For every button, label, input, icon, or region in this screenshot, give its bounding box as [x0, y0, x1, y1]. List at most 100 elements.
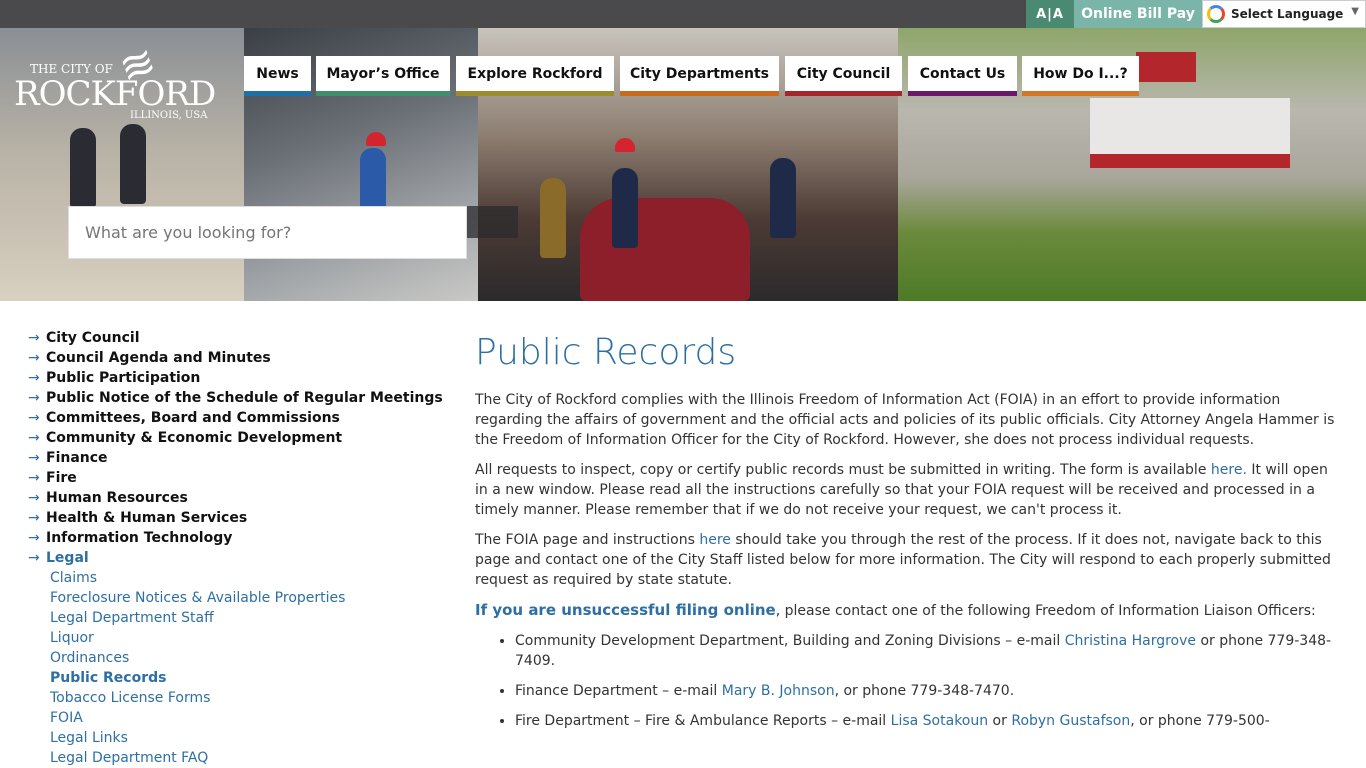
- search-input[interactable]: [68, 206, 467, 259]
- arrow-right-icon: →: [28, 470, 40, 486]
- hero-helmet-shape: [366, 132, 386, 146]
- liaison-paragraph: If you are unsuccessful filing online, p…: [475, 600, 1345, 621]
- arrow-right-icon: →: [28, 530, 40, 546]
- officer-text: Fire Department – Fire & Ambulance Repor…: [515, 713, 891, 729]
- hero-firetruck-shape-2: [1136, 52, 1196, 82]
- sidebar-item-human-resources[interactable]: → Human Resources: [28, 488, 448, 508]
- officer-email-link[interactable]: Christina Hargrove: [1065, 633, 1196, 649]
- form-paragraph: All requests to inspect, copy or certify…: [475, 460, 1345, 520]
- sidebar-subitem-claims[interactable]: Claims: [28, 568, 448, 588]
- arrow-right-icon: →: [28, 390, 40, 406]
- foia-here-link[interactable]: here: [699, 532, 731, 548]
- hero-firefighter-shape: [70, 128, 96, 208]
- hero-firefighter-shape: [770, 158, 796, 238]
- list-item: Fire Department – Fire & Ambulance Repor…: [515, 711, 1345, 731]
- sidebar-subitem-foia[interactable]: FOIA: [28, 708, 448, 728]
- officer-text: , or phone 779-500-: [1130, 713, 1270, 729]
- arrow-right-icon: →: [28, 430, 40, 446]
- liaison-officers-list: Community Development Department, Buildi…: [475, 631, 1345, 731]
- sidebar-item-label: Finance: [46, 450, 108, 466]
- form-here-link[interactable]: here.: [1211, 462, 1247, 478]
- hero-firefighter-shape: [120, 124, 146, 204]
- arrow-right-icon: →: [28, 370, 40, 386]
- sidebar-item-committees[interactable]: → Committees, Board and Commissions: [28, 408, 448, 428]
- officer-email-link[interactable]: Lisa Sotakoun: [891, 713, 988, 729]
- sidebar-item-label: Health & Human Services: [46, 510, 248, 526]
- sidebar-subitem-foreclosure[interactable]: Foreclosure Notices & Available Properti…: [28, 588, 448, 608]
- sidebar-item-fire[interactable]: → Fire: [28, 468, 448, 488]
- sidebar-item-label: Public Notice of the Schedule of Regular…: [46, 390, 443, 406]
- liaison-paragraph-text: , please contact one of the following Fr…: [775, 603, 1316, 619]
- logo-line-3: ILLINOIS, USA: [130, 110, 208, 121]
- hero-car-shape: [580, 198, 750, 301]
- sidebar-subitem-liquor[interactable]: Liquor: [28, 628, 448, 648]
- hero-firetruck-shape: [1090, 98, 1290, 168]
- google-translate-icon: [1207, 5, 1225, 23]
- sidebar-item-health-human-services[interactable]: → Health & Human Services: [28, 508, 448, 528]
- officer-text: Finance Department – e-mail: [515, 683, 722, 699]
- hero-firefighter-shape: [540, 178, 566, 258]
- sidebar-item-finance[interactable]: → Finance: [28, 448, 448, 468]
- sidebar-item-city-council[interactable]: → City Council: [28, 328, 448, 348]
- sidebar-item-label: Fire: [46, 470, 77, 486]
- sidebar-item-information-technology[interactable]: → Information Technology: [28, 528, 448, 548]
- arrow-right-icon: →: [28, 550, 40, 566]
- officer-text: , or phone 779-348-7470.: [834, 683, 1015, 699]
- officer-text: Community Development Department, Buildi…: [515, 633, 1065, 649]
- sidebar-subitem-legal-faq[interactable]: Legal Department FAQ: [28, 748, 448, 768]
- arrow-right-icon: →: [28, 350, 40, 366]
- main-content: Public Records The City of Rockford comp…: [475, 330, 1345, 741]
- arrow-right-icon: →: [28, 490, 40, 506]
- officer-text: or: [988, 713, 1012, 729]
- arrow-right-icon: →: [28, 330, 40, 346]
- sidebar-subitem-legal-links[interactable]: Legal Links: [28, 728, 448, 748]
- arrow-right-icon: →: [28, 510, 40, 526]
- city-logo[interactable]: ≋ THE CITY OF ROCKFORD ILLINOIS, USA: [14, 35, 224, 134]
- sidebar-item-community-development[interactable]: → Community & Economic Development: [28, 428, 448, 448]
- sidebar-item-label: Council Agenda and Minutes: [46, 350, 271, 366]
- foia-paragraph-text: The FOIA page and instructions: [475, 532, 700, 548]
- logo-line-2: ROCKFORD: [14, 74, 216, 114]
- nav-mayors-office[interactable]: Mayor’s Office: [316, 56, 450, 96]
- sidebar-item-label: Human Resources: [46, 490, 188, 506]
- nav-contact-us[interactable]: Contact Us: [908, 56, 1017, 96]
- sidebar-item-label: Legal: [46, 550, 89, 566]
- list-item: Community Development Department, Buildi…: [515, 631, 1345, 671]
- sidebar-subitem-ordinances[interactable]: Ordinances: [28, 648, 448, 668]
- hero-helmet-shape: [615, 138, 635, 152]
- officer-email-link[interactable]: Mary B. Johnson: [722, 683, 835, 699]
- sidebar-item-public-notice[interactable]: → Public Notice of the Schedule of Regula…: [28, 388, 448, 408]
- sidebar-subitem-public-records[interactable]: Public Records: [28, 668, 448, 688]
- nav-city-departments[interactable]: City Departments: [620, 56, 779, 96]
- nav-city-council[interactable]: City Council: [785, 56, 902, 96]
- sidebar-item-label: Committees, Board and Commissions: [46, 410, 340, 426]
- sidebar-subitem-tobacco[interactable]: Tobacco License Forms: [28, 688, 448, 708]
- sidebar-item-label: Public Participation: [46, 370, 201, 386]
- form-paragraph-text: All requests to inspect, copy or certify…: [475, 462, 1211, 478]
- page-title: Public Records: [475, 332, 737, 373]
- arrow-right-icon: →: [28, 450, 40, 466]
- sidebar-item-label: City Council: [46, 330, 140, 346]
- text-size-button[interactable]: A|A: [1026, 0, 1074, 28]
- arrow-right-icon: →: [28, 410, 40, 426]
- sidebar-nav: → City Council → Council Agenda and Minute…: [28, 328, 448, 768]
- search-button[interactable]: [467, 206, 518, 238]
- chevron-down-icon: ▼: [1351, 6, 1359, 17]
- sidebar-item-legal[interactable]: → Legal: [28, 548, 448, 568]
- foia-paragraph: The FOIA page and instructions here shou…: [475, 530, 1345, 590]
- sidebar-item-council-agenda[interactable]: → Council Agenda and Minutes: [28, 348, 448, 368]
- language-select-label: Select Language: [1231, 7, 1344, 21]
- intro-paragraph: The City of Rockford complies with the I…: [475, 392, 1335, 448]
- nav-how-do-i[interactable]: How Do I...?: [1022, 56, 1139, 96]
- list-item: Finance Department – e-mail Mary B. John…: [515, 681, 1345, 701]
- nav-news[interactable]: News: [244, 56, 311, 96]
- officer-email-link[interactable]: Robyn Gustafson: [1011, 713, 1130, 729]
- online-bill-pay-button[interactable]: Online Bill Pay: [1074, 0, 1202, 28]
- hero-firefighter-shape: [612, 168, 638, 248]
- nav-explore-rockford[interactable]: Explore Rockford: [456, 56, 614, 96]
- unsuccessful-filing-link[interactable]: If you are unsuccessful filing online: [475, 601, 776, 619]
- sidebar-item-label: Community & Economic Development: [46, 430, 343, 446]
- language-select[interactable]: Select Language ▼: [1202, 0, 1366, 28]
- sidebar-subitem-legal-staff[interactable]: Legal Department Staff: [28, 608, 448, 628]
- sidebar-item-public-participation[interactable]: → Public Participation: [28, 368, 448, 388]
